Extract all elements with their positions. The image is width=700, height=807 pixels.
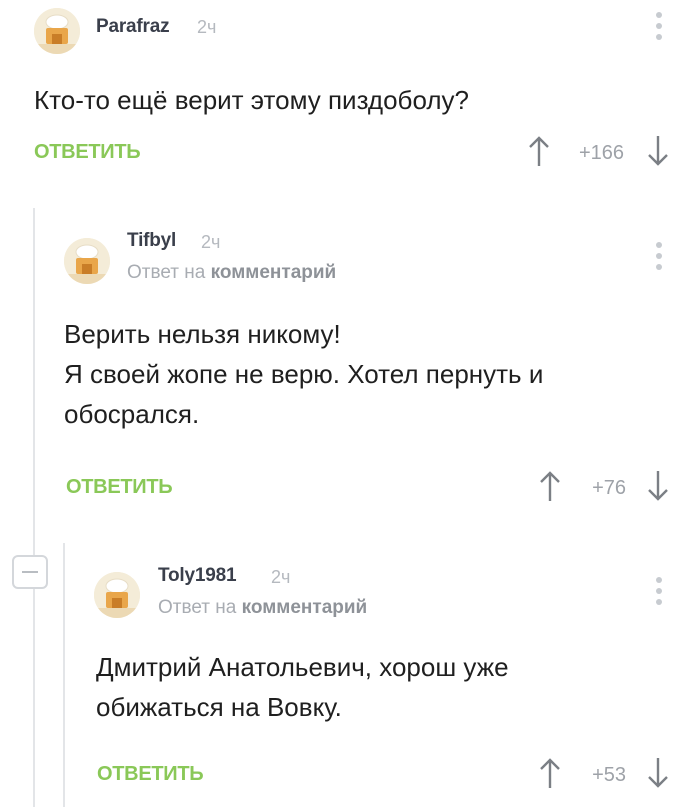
reply-prefix: Ответ на xyxy=(158,597,237,618)
reply-to-info: Ответ на комментарий xyxy=(158,597,367,619)
comment: Toly1981 2ч Ответ на комментарий Дмитрий… xyxy=(0,0,700,807)
rating-value: +53 xyxy=(592,764,626,786)
comment-text: Дмитрий Анатольевич, хорош уже обижаться… xyxy=(96,652,509,722)
comment-time: 2ч xyxy=(271,567,291,587)
avatar-image xyxy=(94,572,140,618)
comment-menu-button[interactable] xyxy=(654,577,664,607)
arrow-up-icon[interactable] xyxy=(538,756,562,790)
reply-target-link[interactable]: комментарий xyxy=(242,597,368,618)
more-vertical-icon xyxy=(656,577,662,583)
author-name[interactable]: Toly1981 xyxy=(158,565,237,587)
arrow-down-icon[interactable] xyxy=(646,756,670,790)
reply-button[interactable]: ОТВЕТИТЬ xyxy=(97,763,204,786)
comments-page: Parafraz 2ч Кто-то ещё верит этому пиздо… xyxy=(0,0,700,807)
avatar[interactable] xyxy=(94,572,140,618)
